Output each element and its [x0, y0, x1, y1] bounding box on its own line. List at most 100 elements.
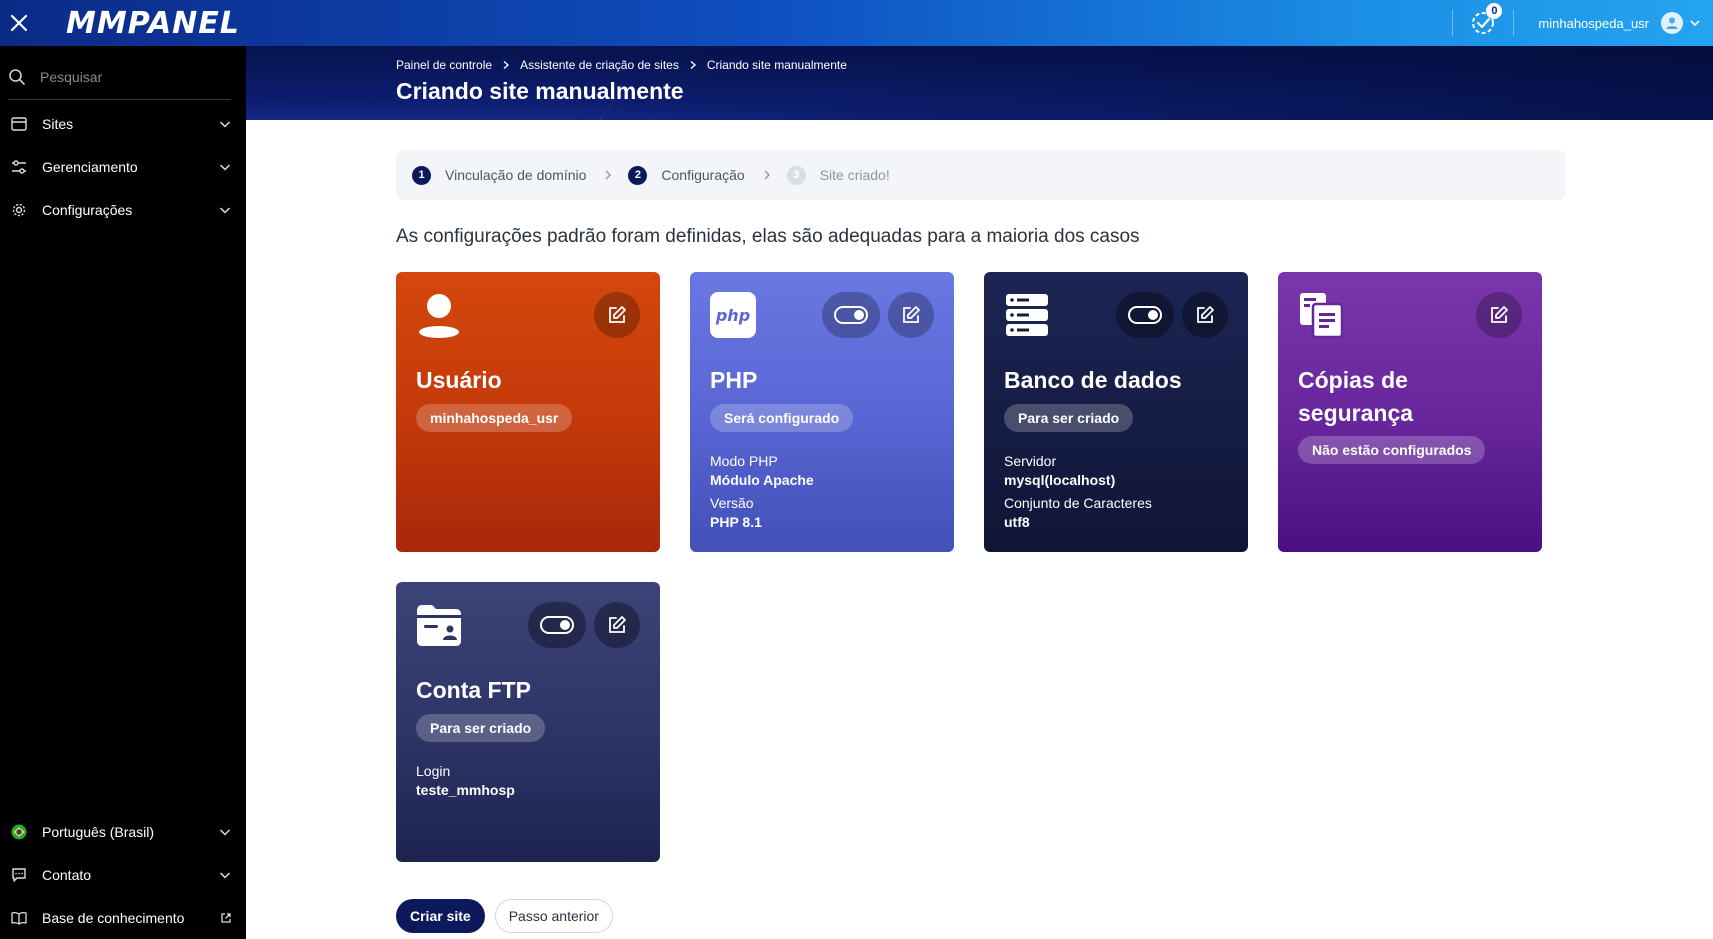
sidebar-item-knowledge-base[interactable]: Base de conhecimento — [0, 896, 246, 939]
card-title: Cópias de segurança — [1298, 367, 1414, 426]
sliders-icon — [10, 158, 28, 176]
user-name[interactable]: minhahospeda_usr — [1538, 16, 1649, 31]
detail-value: PHP 8.1 — [710, 514, 762, 530]
sidebar-item-contato[interactable]: Contato — [0, 853, 246, 896]
edit-user-button[interactable] — [594, 292, 640, 338]
create-site-button[interactable]: Criar site — [396, 899, 485, 933]
detail-value: Módulo Apache — [710, 472, 814, 488]
sidebar-item-label: Contato — [42, 866, 92, 883]
app-logo[interactable]: MMPANEL — [66, 6, 240, 41]
edit-database-button[interactable] — [1182, 292, 1228, 338]
status-badge: Para ser criado — [1004, 404, 1134, 432]
sidebar-item-gerenciamento[interactable]: Gerenciamento — [0, 145, 246, 188]
search-icon — [8, 68, 26, 86]
edit-icon — [1197, 306, 1214, 323]
step-label: Configuração — [661, 167, 745, 183]
card-details: Login teste_mmhosp — [416, 758, 515, 800]
detail-value: utf8 — [1004, 514, 1030, 530]
chevron-right-icon — [763, 169, 771, 181]
intro-text: As configurações padrão foram definidas,… — [396, 226, 1140, 247]
edit-php-button[interactable] — [888, 292, 934, 338]
close-icon — [10, 14, 28, 32]
step-number: 3 — [786, 165, 806, 185]
main-content: 1 Vinculação de domínio 2 Configuração 3… — [396, 120, 1566, 888]
chevron-down-icon — [218, 825, 232, 839]
chevron-down-icon — [218, 117, 232, 131]
chevron-down-icon — [218, 868, 232, 882]
sidebar-item-sites[interactable]: Sites — [0, 102, 246, 145]
status-badge: Para ser criado — [416, 714, 546, 742]
database-toggle[interactable] — [1116, 292, 1174, 338]
card-title: Usuário — [416, 367, 502, 393]
detail-label: Servidor — [1004, 453, 1057, 469]
card-details: Servidor mysql(localhost) Conjunto de Ca… — [1004, 448, 1152, 532]
status-badge: Será configurado — [710, 404, 854, 432]
close-menu-button[interactable] — [0, 0, 38, 46]
user-icon — [1666, 17, 1678, 29]
user-icon — [416, 292, 462, 338]
edit-backups-button[interactable] — [1476, 292, 1522, 338]
tasks-count-badge: 0 — [1486, 3, 1503, 19]
step-domain[interactable]: 1 Vinculação de domínio — [412, 165, 587, 185]
step-label: Site criado! — [819, 167, 890, 183]
sidebar-item-label: Configurações — [42, 201, 133, 218]
detail-value: teste_mmhosp — [416, 782, 515, 798]
sidebar-item-language[interactable]: Português (Brasil) — [0, 810, 246, 853]
page-title: Criando site manualmente — [396, 78, 684, 104]
page-header: Painel de controle Assistente de criação… — [246, 46, 1713, 120]
card-title: PHP — [710, 367, 758, 393]
sidebar-item-label: Português (Brasil) — [42, 823, 155, 840]
status-badge: minhahospeda_usr — [416, 404, 573, 432]
chevron-down-icon — [218, 203, 232, 217]
sidebar-search — [8, 56, 231, 100]
user-menu-chevron[interactable] — [1689, 17, 1701, 29]
breadcrumb-item[interactable]: Assistente de criação de sites — [520, 58, 679, 72]
edit-icon — [609, 616, 626, 633]
config-cards: Usuário minhahospeda_usr php PHP Será co… — [396, 272, 1566, 888]
brazil-flag-icon — [10, 823, 28, 841]
search-input[interactable] — [40, 68, 210, 85]
tasks-button[interactable]: 0 — [1463, 0, 1503, 46]
topbar-divider — [1513, 10, 1515, 36]
previous-step-button[interactable]: Passo anterior — [494, 899, 613, 933]
chevron-right-icon — [604, 169, 612, 181]
breadcrumb-item[interactable]: Painel de controle — [396, 58, 492, 72]
book-icon — [10, 909, 28, 927]
sidebar-item-label: Sites — [42, 115, 74, 132]
sidebar-item-label: Base de conhecimento — [42, 909, 185, 926]
card-user: Usuário minhahospeda_usr — [396, 272, 660, 552]
ftp-toggle[interactable] — [528, 602, 586, 648]
toggle-on-icon — [540, 616, 574, 634]
wizard-stepper: 1 Vinculação de domínio 2 Configuração 3… — [396, 150, 1566, 200]
topbar-divider — [1452, 10, 1454, 36]
toggle-on-icon — [834, 306, 868, 324]
sidebar-item-label: Gerenciamento — [42, 158, 138, 175]
chevron-right-icon — [502, 60, 510, 70]
card-title: Banco de dados — [1004, 367, 1182, 393]
php-logo-icon: php — [710, 292, 756, 338]
step-site-created: 3 Site criado! — [786, 165, 890, 185]
edit-ftp-button[interactable] — [594, 602, 640, 648]
sidebar: Sites Gerenciamento Configurações Portug… — [0, 46, 246, 939]
step-configuration[interactable]: 2 Configuração — [628, 165, 745, 185]
chevron-right-icon — [689, 60, 697, 70]
card-php: php PHP Será configurado Modo PHP Módulo… — [690, 272, 954, 552]
sidebar-item-configuracoes[interactable]: Configurações — [0, 188, 246, 231]
folder-user-icon — [416, 602, 462, 648]
database-server-icon — [1004, 292, 1050, 338]
card-title: Conta FTP — [416, 677, 531, 703]
edit-icon — [1491, 306, 1508, 323]
gear-icon — [10, 201, 28, 219]
detail-label: Versão — [710, 495, 754, 511]
detail-label: Login — [416, 763, 451, 779]
avatar[interactable] — [1661, 12, 1683, 34]
step-label: Vinculação de domínio — [445, 167, 587, 183]
browser-window-icon — [10, 115, 28, 133]
toggle-on-icon — [1128, 306, 1162, 324]
step-number: 1 — [412, 165, 431, 185]
status-badge: Não estão configurados — [1298, 436, 1486, 464]
php-toggle[interactable] — [822, 292, 880, 338]
chat-icon — [10, 866, 28, 884]
card-database: Banco de dados Para ser criado Servidor … — [984, 272, 1248, 552]
top-bar: MMPANEL 0 minhahospeda_usr — [0, 0, 1713, 46]
